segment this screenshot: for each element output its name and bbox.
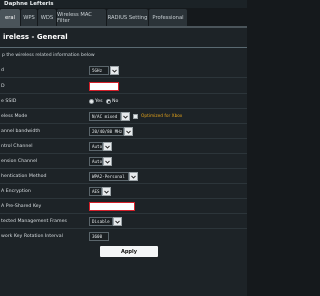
tab-bar: eral WPS WDS Wireless MAC Filter RADIUS … <box>0 9 247 26</box>
row-band: d 5GHz <box>0 64 247 78</box>
channel-bandwidth-dropdown-button[interactable] <box>124 127 133 136</box>
authentication-method-dropdown-button[interactable] <box>129 172 138 181</box>
hide-ssid-no-label: No <box>112 99 119 104</box>
page-title: ireless - General <box>3 33 68 41</box>
hide-ssid-no-radio[interactable] <box>106 99 111 104</box>
row-separator <box>0 183 247 184</box>
extension-channel-label: ension Channel <box>1 159 38 164</box>
tab-wds[interactable]: WDS <box>38 9 56 26</box>
row-wpa-encryption: A Encryption AES <box>0 185 247 199</box>
row-control-channel: ntrol Channel Auto <box>0 140 247 154</box>
chevron-down-icon <box>126 130 131 134</box>
extension-channel-select[interactable]: Auto <box>89 157 103 166</box>
optimized-xbox-label: Optimized for Xbox <box>141 114 183 119</box>
row-ssid: D <box>0 80 247 94</box>
row-separator <box>0 228 247 229</box>
key-rotation-interval-label: work Key Rotation Interval <box>1 234 63 239</box>
tab-general[interactable]: eral <box>0 9 20 26</box>
wireless-mode-label: eless Mode <box>1 114 28 119</box>
row-pre-shared-key: A Pre-Shared Key <box>0 200 247 214</box>
ssid-label: D <box>1 84 5 89</box>
row-separator <box>0 168 247 169</box>
row-separator <box>0 108 247 109</box>
pmf-label: tected Management Frames <box>1 219 67 224</box>
row-protected-management-frames: tected Management Frames Disable <box>0 215 247 229</box>
chevron-down-icon <box>104 190 109 194</box>
pre-shared-key-label: A Pre-Shared Key <box>1 204 42 209</box>
row-separator <box>0 77 247 78</box>
row-separator <box>0 213 247 214</box>
wpa-encryption-label: A Encryption <box>1 189 31 194</box>
band-dropdown-button[interactable] <box>110 66 119 75</box>
pre-shared-key-input[interactable] <box>89 202 135 211</box>
key-rotation-interval-input[interactable]: 3600 <box>89 232 109 241</box>
page-description: p the wireless related information below <box>2 53 95 58</box>
row-channel-bandwidth: annel bandwidth 20/40/80 MHz <box>0 125 247 139</box>
top-bar: Daphne Lefteris <box>0 0 247 8</box>
control-channel-select[interactable]: Auto <box>89 142 103 151</box>
channel-bandwidth-label: annel bandwidth <box>1 129 41 134</box>
authentication-method-select[interactable]: WPA2-Personal <box>89 172 129 181</box>
row-key-rotation-interval: work Key Rotation Interval 3600 <box>0 230 247 244</box>
ssid-input[interactable] <box>89 82 119 91</box>
row-hide-ssid: e SSID Yes No <box>0 95 247 109</box>
pmf-dropdown-button[interactable] <box>113 217 122 226</box>
control-channel-label: ntrol Channel <box>1 144 33 149</box>
chevron-down-icon <box>105 160 110 164</box>
chevron-down-icon <box>112 69 117 73</box>
tab-radius-setting[interactable]: RADIUS Setting <box>107 9 148 26</box>
wpa-encryption-select[interactable]: AES <box>89 187 102 196</box>
tab-wireless-mac-filter[interactable]: Wireless MAC Filter <box>57 9 106 26</box>
brand-name: Daphne Lefteris <box>4 1 54 7</box>
tab-wps[interactable]: WPS <box>21 9 37 26</box>
hide-ssid-label: e SSID <box>1 99 17 104</box>
band-select[interactable]: 5GHz <box>89 66 109 75</box>
optimized-xbox-checkbox[interactable] <box>133 114 138 119</box>
wireless-mode-select[interactable]: N/AC mixed <box>89 112 121 121</box>
row-authentication-method: hentication Method WPA2-Personal <box>0 170 247 184</box>
channel-bandwidth-select[interactable]: 20/40/80 MHz <box>89 127 124 136</box>
band-label: d <box>1 68 4 73</box>
authentication-method-label: hentication Method <box>1 174 47 179</box>
apply-button[interactable]: Apply <box>100 246 158 257</box>
chevron-down-icon <box>115 220 120 224</box>
control-channel-dropdown-button[interactable] <box>103 142 112 151</box>
chevron-down-icon <box>105 145 110 149</box>
row-extension-channel: ension Channel Auto <box>0 155 247 169</box>
hide-ssid-yes-label: Yes <box>95 99 103 104</box>
row-wireless-mode: eless Mode N/AC mixed Optimized for Xbox <box>0 110 247 124</box>
pmf-select[interactable]: Disable <box>89 217 113 226</box>
title-divider <box>0 47 247 48</box>
row-separator <box>0 153 247 154</box>
row-separator <box>0 93 247 94</box>
row-separator <box>0 123 247 124</box>
chevron-down-icon <box>123 115 128 119</box>
wireless-mode-dropdown-button[interactable] <box>121 112 130 121</box>
row-separator <box>0 198 247 199</box>
extension-channel-dropdown-button[interactable] <box>103 157 112 166</box>
chevron-down-icon <box>131 175 136 179</box>
hide-ssid-yes-radio[interactable] <box>89 99 94 104</box>
wpa-encryption-dropdown-button[interactable] <box>102 187 111 196</box>
tab-professional[interactable]: Professional <box>149 9 187 26</box>
row-separator <box>0 138 247 139</box>
